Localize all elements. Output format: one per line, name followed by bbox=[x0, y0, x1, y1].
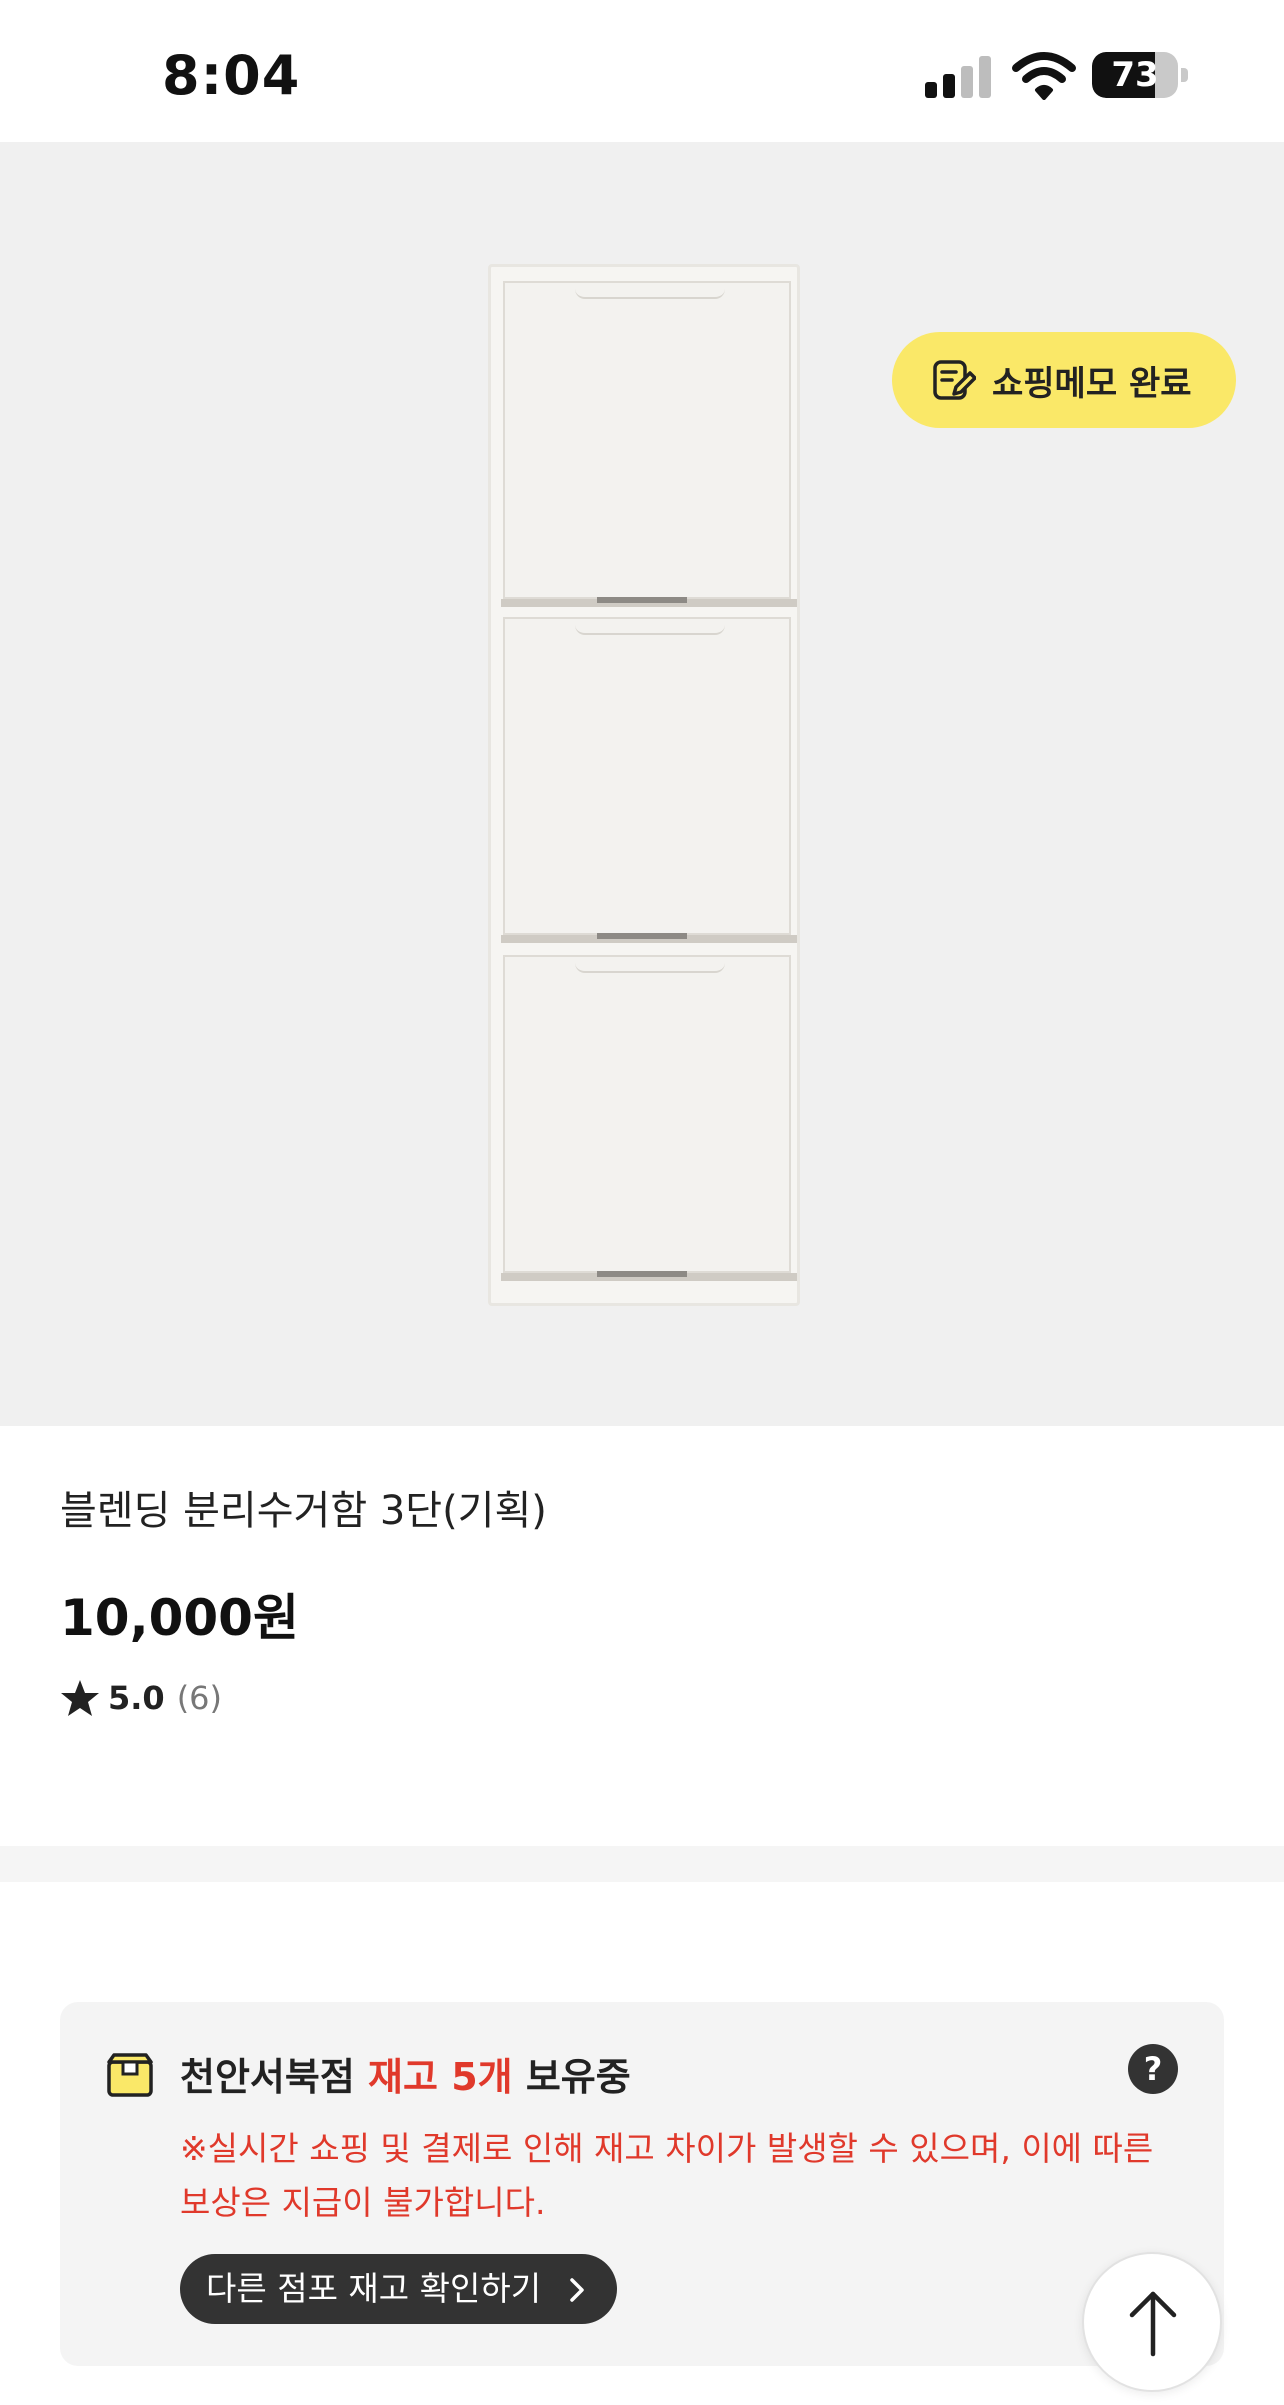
status-bar: 8:04 73 bbox=[0, 0, 1284, 142]
product-rating[interactable]: 5.0 (6) bbox=[60, 1676, 222, 1720]
store-name: 천안서북점 bbox=[180, 2055, 355, 2099]
shopping-memo-button[interactable]: 쇼핑메모 완료 bbox=[892, 332, 1236, 428]
stock-count: 재고 5개 bbox=[368, 2055, 513, 2099]
chevron-right-icon bbox=[570, 2278, 584, 2302]
cabinet-drawer bbox=[501, 617, 797, 943]
stock-notice: ※실시간 쇼핑 및 결제로 인해 재고 차이가 발생할 수 있으며, 이에 따른… bbox=[180, 2129, 1154, 2222]
wifi-icon bbox=[1012, 52, 1076, 100]
other-store-stock-button[interactable]: 다른 점포 재고 확인하기 bbox=[180, 2254, 618, 2324]
arrow-up-icon bbox=[1129, 2291, 1177, 2357]
stock-suffix: 보유중 bbox=[525, 2055, 631, 2099]
scroll-to-top-button[interactable] bbox=[1082, 2252, 1222, 2392]
cabinet-drawer bbox=[501, 281, 797, 607]
review-count: (6) bbox=[176, 1679, 223, 1717]
battery-icon: 73 bbox=[1092, 52, 1188, 98]
section-divider bbox=[0, 1846, 1284, 1882]
battery-level-text: 73 bbox=[1111, 55, 1159, 95]
product-image[interactable]: 쇼핑메모 완료 bbox=[0, 142, 1284, 1426]
memo-edit-icon bbox=[933, 360, 976, 400]
stock-title: 천안서북점 재고 5개 보유중 bbox=[180, 2046, 631, 2101]
store-stock-card: 천안서북점 재고 5개 보유중 ? ※실시간 쇼핑 및 결제로 인해 재고 차이… bbox=[60, 2002, 1224, 2366]
shopping-memo-label: 쇼핑메모 완료 bbox=[992, 363, 1192, 404]
product-price: 10,000원 bbox=[60, 1589, 299, 1647]
product-name: 블렌딩 분리수거함 3단(기획) bbox=[60, 1488, 547, 1534]
help-icon[interactable]: ? bbox=[1128, 2044, 1178, 2094]
other-store-stock-label: 다른 점포 재고 확인하기 bbox=[206, 2269, 542, 2308]
status-time: 8:04 bbox=[162, 44, 301, 107]
star-icon bbox=[61, 1680, 99, 1716]
product-photo-cabinet bbox=[488, 264, 800, 1306]
rating-score: 5.0 bbox=[108, 1679, 165, 1717]
cellular-signal-icon bbox=[925, 56, 991, 98]
box-icon bbox=[107, 2053, 153, 2097]
cabinet-drawer bbox=[501, 955, 797, 1281]
